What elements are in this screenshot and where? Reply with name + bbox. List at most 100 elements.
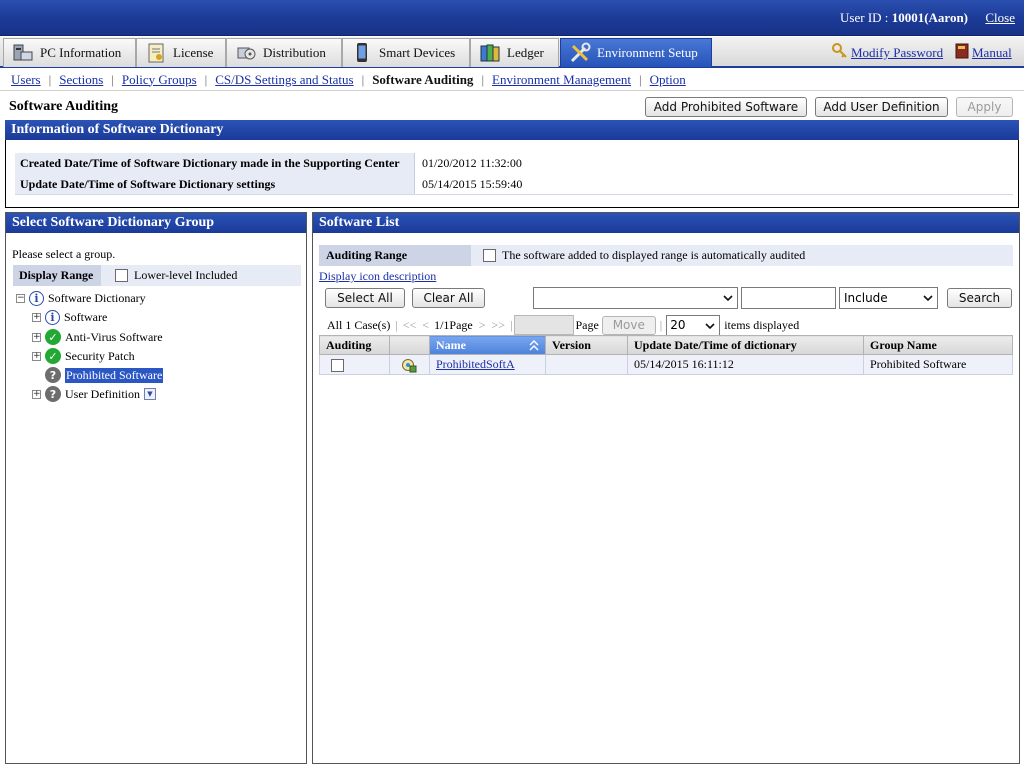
chevron-down-icon <box>705 322 715 329</box>
tab-label: Environment Setup <box>597 45 698 60</box>
dictionary-info-header: Information of Software Dictionary <box>5 120 1019 140</box>
expand-icon[interactable]: + <box>32 389 41 399</box>
filter-text-input[interactable] <box>741 287 836 309</box>
tree-node-root[interactable]: − i Software Dictionary <box>16 291 146 306</box>
subnav-separator: | <box>111 71 114 87</box>
question-icon: ? <box>45 386 61 402</box>
pc-icon <box>12 42 34 64</box>
dropdown-arrow-icon[interactable]: ▼ <box>143 388 156 400</box>
move-button[interactable]: Move <box>601 315 656 335</box>
tab-environment-setup[interactable]: Environment Setup <box>560 38 712 67</box>
group-prompt: Please select a group. <box>12 247 116 261</box>
subnav-environment-management[interactable]: Environment Management <box>492 72 631 88</box>
prev-page-link[interactable]: < <box>422 318 429 333</box>
ledger-icon <box>479 42 501 64</box>
tree-node-label: Security Patch <box>65 348 135 363</box>
info-value: 05/14/2015 15:59:40 <box>422 176 523 191</box>
subnav-cs-ds-settings[interactable]: CS/DS Settings and Status <box>215 72 353 88</box>
icon-description-link[interactable]: Display icon description <box>319 269 436 284</box>
modify-password-link[interactable]: Modify Password <box>851 45 943 61</box>
tab-label: PC Information <box>40 45 122 60</box>
update-date-cell: 05/14/2015 16:11:12 <box>627 354 864 375</box>
page-indicator: 1/1Page <box>434 317 473 332</box>
auto-audit-label: The software added to displayed range is… <box>502 248 806 262</box>
col-name[interactable]: Name <box>429 335 546 355</box>
col-version[interactable]: Version <box>545 335 628 355</box>
tree-node-prohibited[interactable]: ? Prohibited Software <box>45 367 164 383</box>
manual-link[interactable]: Manual <box>972 45 1012 61</box>
license-icon <box>145 42 167 64</box>
info-icon: i <box>29 291 44 306</box>
col-name-label: Name <box>436 337 466 352</box>
auto-audit-checkbox[interactable] <box>483 249 496 262</box>
subnav-separator: | <box>481 71 485 87</box>
tab-license[interactable]: License <box>136 38 226 67</box>
smart-device-icon <box>351 42 373 64</box>
col-group-name[interactable]: Group Name <box>863 335 1013 355</box>
info-value: 01/20/2012 11:32:00 <box>422 156 522 170</box>
tree-node-label: Prohibited Software <box>65 367 164 383</box>
dictionary-info-panel: Created Date/Time of Software Dictionary… <box>5 140 1019 208</box>
select-all-button[interactable]: Select All <box>325 288 405 308</box>
filter-match-select[interactable]: Include <box>839 287 938 309</box>
tree-node-user-definition[interactable]: + ? User Definition ▼ <box>32 386 156 402</box>
expand-icon[interactable]: + <box>32 351 41 361</box>
tab-label: Smart Devices <box>379 45 456 60</box>
info-label: Update Date/Time of Software Dictionary … <box>15 174 415 194</box>
tab-pc-information[interactable]: PC Information <box>3 38 136 67</box>
chevron-down-icon <box>723 295 733 302</box>
name-cell: ProhibitedSoftA <box>429 354 546 375</box>
subnav-separator: | <box>361 71 365 87</box>
clear-all-button[interactable]: Clear All <box>412 288 485 308</box>
tab-label: Ledger <box>507 45 544 60</box>
check-icon: ✓ <box>45 329 61 345</box>
user-id-value: 10001(Aaron) <box>891 10 968 25</box>
table-header-row: Auditing Name Version Update Date/Time o… <box>319 335 1013 355</box>
first-page-link[interactable]: << <box>403 318 417 333</box>
page-title: Software Auditing <box>9 99 119 114</box>
auditing-checkbox[interactable] <box>331 358 344 372</box>
case-count: All 1 Case(s) <box>327 317 391 332</box>
info-row-created: Created Date/Time of Software Dictionary… <box>15 153 1013 174</box>
col-update-date[interactable]: Update Date/Time of dictionary <box>627 335 864 355</box>
tree-node-anti-virus[interactable]: + ✓ Anti-Virus Software <box>32 329 163 345</box>
page-number-input[interactable] <box>514 315 575 335</box>
software-name-link[interactable]: ProhibitedSoftA <box>436 357 515 371</box>
next-page-link[interactable]: > <box>479 318 486 333</box>
last-page-link[interactable]: >> <box>492 318 506 333</box>
collapse-icon[interactable]: − <box>16 294 25 303</box>
subnav-policy-groups[interactable]: Policy Groups <box>122 72 197 88</box>
col-auditing[interactable]: Auditing <box>319 335 390 355</box>
close-link[interactable]: Close <box>985 10 1015 26</box>
tree-node-label: User Definition <box>65 386 140 401</box>
expand-icon[interactable]: + <box>32 313 41 322</box>
expand-icon[interactable]: + <box>32 332 41 342</box>
subnav-users[interactable]: Users <box>11 72 41 88</box>
add-prohibited-software-button[interactable]: Add Prohibited Software <box>645 97 807 117</box>
subnav-sections[interactable]: Sections <box>59 72 103 88</box>
pager: All 1 Case(s) | << < 1/1Page > >> | Page… <box>327 314 799 336</box>
per-page-select[interactable]: 20 <box>666 314 721 336</box>
lower-level-checkbox[interactable] <box>115 269 128 282</box>
info-label: Created Date/Time of Software Dictionary… <box>15 153 415 174</box>
apply-button[interactable]: Apply <box>956 97 1013 117</box>
tab-distribution[interactable]: Distribution <box>226 38 342 67</box>
search-button[interactable]: Search <box>947 288 1012 308</box>
check-icon: ✓ <box>45 348 61 364</box>
software-list-header: Software List <box>313 213 1019 233</box>
subnav-option[interactable]: Option <box>650 72 686 88</box>
auditing-range-row: Auditing Range The software added to dis… <box>319 245 1013 266</box>
col-icon <box>389 335 430 355</box>
tree-node-security-patch[interactable]: + ✓ Security Patch <box>32 348 135 364</box>
group-name-cell: Prohibited Software <box>863 354 1013 375</box>
filter-field-select[interactable] <box>533 287 738 309</box>
icon-cell <box>389 354 430 375</box>
items-displayed-label: items displayed <box>724 317 800 332</box>
tab-smart-devices[interactable]: Smart Devices <box>342 38 470 67</box>
tab-ledger[interactable]: Ledger <box>470 38 559 67</box>
sub-navigation: Users | Sections | Policy Groups | CS/DS… <box>0 69 1024 91</box>
table-row[interactable]: ProhibitedSoftA 05/14/2015 16:11:12 Proh… <box>319 354 1013 375</box>
add-user-definition-button[interactable]: Add User Definition <box>815 97 948 117</box>
tree-node-software[interactable]: + i Software <box>32 310 107 325</box>
tree-node-label: Software <box>64 310 108 324</box>
